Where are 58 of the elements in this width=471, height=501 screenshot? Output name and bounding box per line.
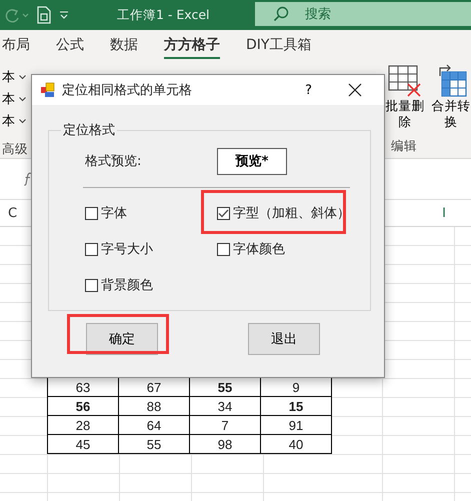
search-field[interactable]: 搜索: [255, 2, 471, 26]
document-icon[interactable]: [37, 6, 51, 24]
ribbon-dropdown[interactable]: 本: [2, 110, 36, 132]
table-cell: 15: [260, 396, 332, 416]
table-cell: 45: [48, 434, 118, 454]
ribbon-tab[interactable]: 数据: [110, 32, 138, 58]
close-icon[interactable]: [348, 83, 362, 97]
checkbox[interactable]: [85, 242, 98, 256]
checkbox-option[interactable]: 字号大小: [85, 238, 153, 260]
table-cell: 28: [48, 416, 118, 434]
ribbon-tab[interactable]: DIY工具箱: [246, 32, 312, 58]
table-cell: 7: [190, 416, 260, 434]
checkbox-option[interactable]: 背景颜色: [85, 274, 153, 296]
table-cell: 34: [190, 396, 260, 416]
help-button[interactable]: ?: [305, 82, 312, 98]
table-cell: 55: [190, 378, 260, 396]
checkbox-option[interactable]: 字体: [85, 202, 127, 224]
table-cell: 91: [260, 416, 332, 434]
app-icon: [40, 82, 56, 98]
checkbox[interactable]: [217, 242, 230, 256]
table-cell: 9: [260, 378, 332, 396]
dialog-button[interactable]: 确定: [86, 323, 158, 355]
ribbon-button[interactable]: 合并转换: [431, 64, 471, 130]
column-header[interactable]: C: [8, 206, 18, 220]
table-cell: 98: [190, 434, 260, 454]
checkbox-option[interactable]: 字体颜色: [217, 238, 285, 260]
ribbon-tab[interactable]: 布局: [2, 32, 30, 58]
table-cell: 40: [260, 434, 332, 454]
function-icon[interactable]: [24, 172, 32, 186]
checkbox[interactable]: [217, 206, 230, 220]
group-label: 定位格式: [62, 122, 116, 139]
group-label: 编辑: [391, 138, 418, 155]
checkbox[interactable]: [85, 278, 98, 292]
caret-icon: [19, 118, 26, 124]
preview-label: 格式预览:: [85, 153, 142, 170]
table-cell: 88: [118, 396, 190, 416]
ribbon-tab[interactable]: 公式: [56, 32, 84, 58]
table-cell: 64: [118, 416, 190, 434]
checkbox[interactable]: [85, 206, 98, 220]
window-title: 工作簿1 - Excel: [117, 6, 211, 24]
checkbox-option[interactable]: 字型（加粗、斜体）: [217, 202, 350, 224]
table-cell: 67: [118, 378, 190, 396]
caret-icon: [19, 74, 26, 80]
caret-icon: [19, 96, 26, 102]
table-cell: 55: [118, 434, 190, 454]
table-cell: 56: [48, 396, 118, 416]
search-icon: [273, 6, 289, 22]
ribbon-dropdown[interactable]: 本: [2, 66, 36, 88]
preview-button[interactable]: 预览*: [217, 148, 287, 174]
table-cell: 63: [48, 378, 118, 396]
dialog-button[interactable]: 退出: [248, 323, 320, 355]
dialog-title: 定位相同格式的单元格: [62, 82, 192, 99]
ribbon-button[interactable]: 批量删除: [385, 64, 425, 130]
group-label: 高级: [2, 141, 29, 158]
table-delete-icon: [388, 64, 422, 98]
ribbon-dropdown[interactable]: 本: [2, 88, 36, 110]
column-header[interactable]: I: [442, 206, 446, 220]
dropdown-icon[interactable]: [59, 11, 69, 19]
